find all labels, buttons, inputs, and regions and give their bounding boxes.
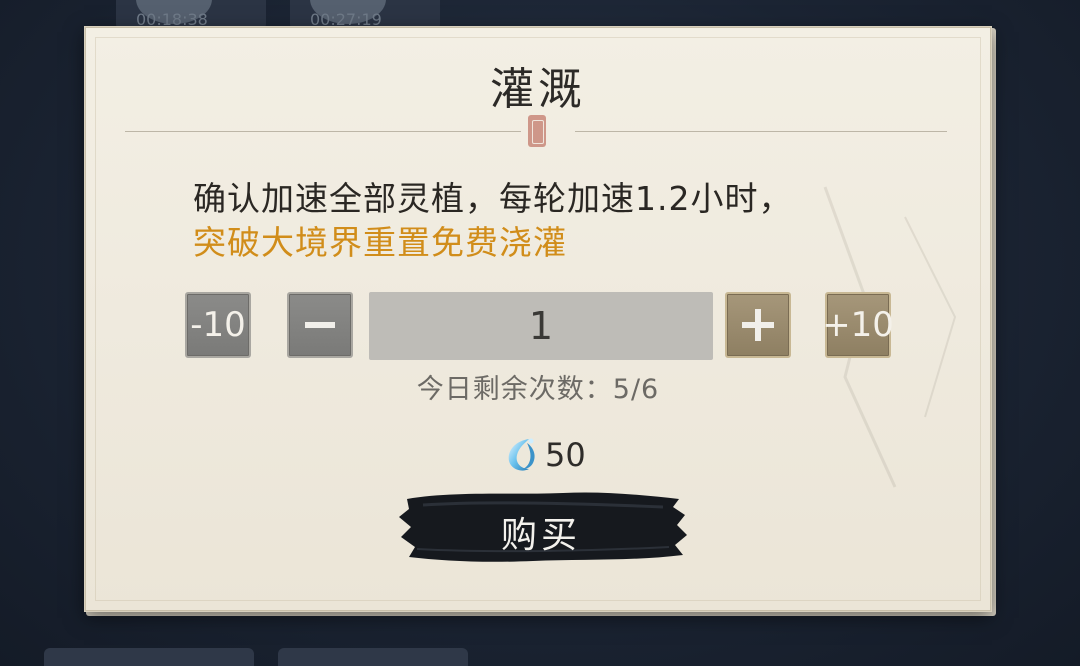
background-bottom-tab — [44, 648, 254, 666]
background-bottom-tab — [278, 648, 468, 666]
cost-value: 50 — [545, 436, 586, 474]
remaining-count: 今日剩余次数：5/6 — [416, 374, 660, 405]
title-divider-right — [575, 131, 947, 132]
plus-icon-vertical — [755, 309, 761, 341]
dialog-description: 确认加速全部灵植，每轮加速1.2小时， 突破大境界重置免费浇灌 — [193, 177, 792, 265]
minus-button[interactable] — [287, 292, 353, 358]
plus-button[interactable] — [725, 292, 791, 358]
plus-10-button[interactable]: +10 — [822, 292, 894, 358]
dialog-title: 灌溉 — [490, 64, 586, 115]
water-drop-icon — [508, 438, 535, 471]
description-highlight: 突破大境界重置免费浇灌 — [193, 223, 567, 262]
minus-10-button[interactable]: -10 — [185, 292, 251, 358]
description-text: 确认加速全部灵植，每轮加速1.2小时， — [193, 179, 793, 218]
quantity-field[interactable]: 1 — [369, 292, 713, 360]
buy-button-label: 购买 — [500, 515, 581, 556]
quantity-value: 1 — [528, 304, 554, 348]
title-divider-left — [125, 131, 521, 132]
minus-10-label: -10 — [190, 305, 246, 345]
minus-icon — [305, 322, 335, 328]
seal-icon — [528, 115, 546, 147]
plus-10-label: +10 — [822, 305, 894, 345]
cost-display: 50 — [501, 435, 586, 475]
irrigation-dialog: 灌溉 确认加速全部灵植，每轮加速1.2小时， 突破大境界重置免费浇灌 -10 1… — [84, 26, 992, 612]
buy-button[interactable]: 购买 — [393, 487, 689, 567]
